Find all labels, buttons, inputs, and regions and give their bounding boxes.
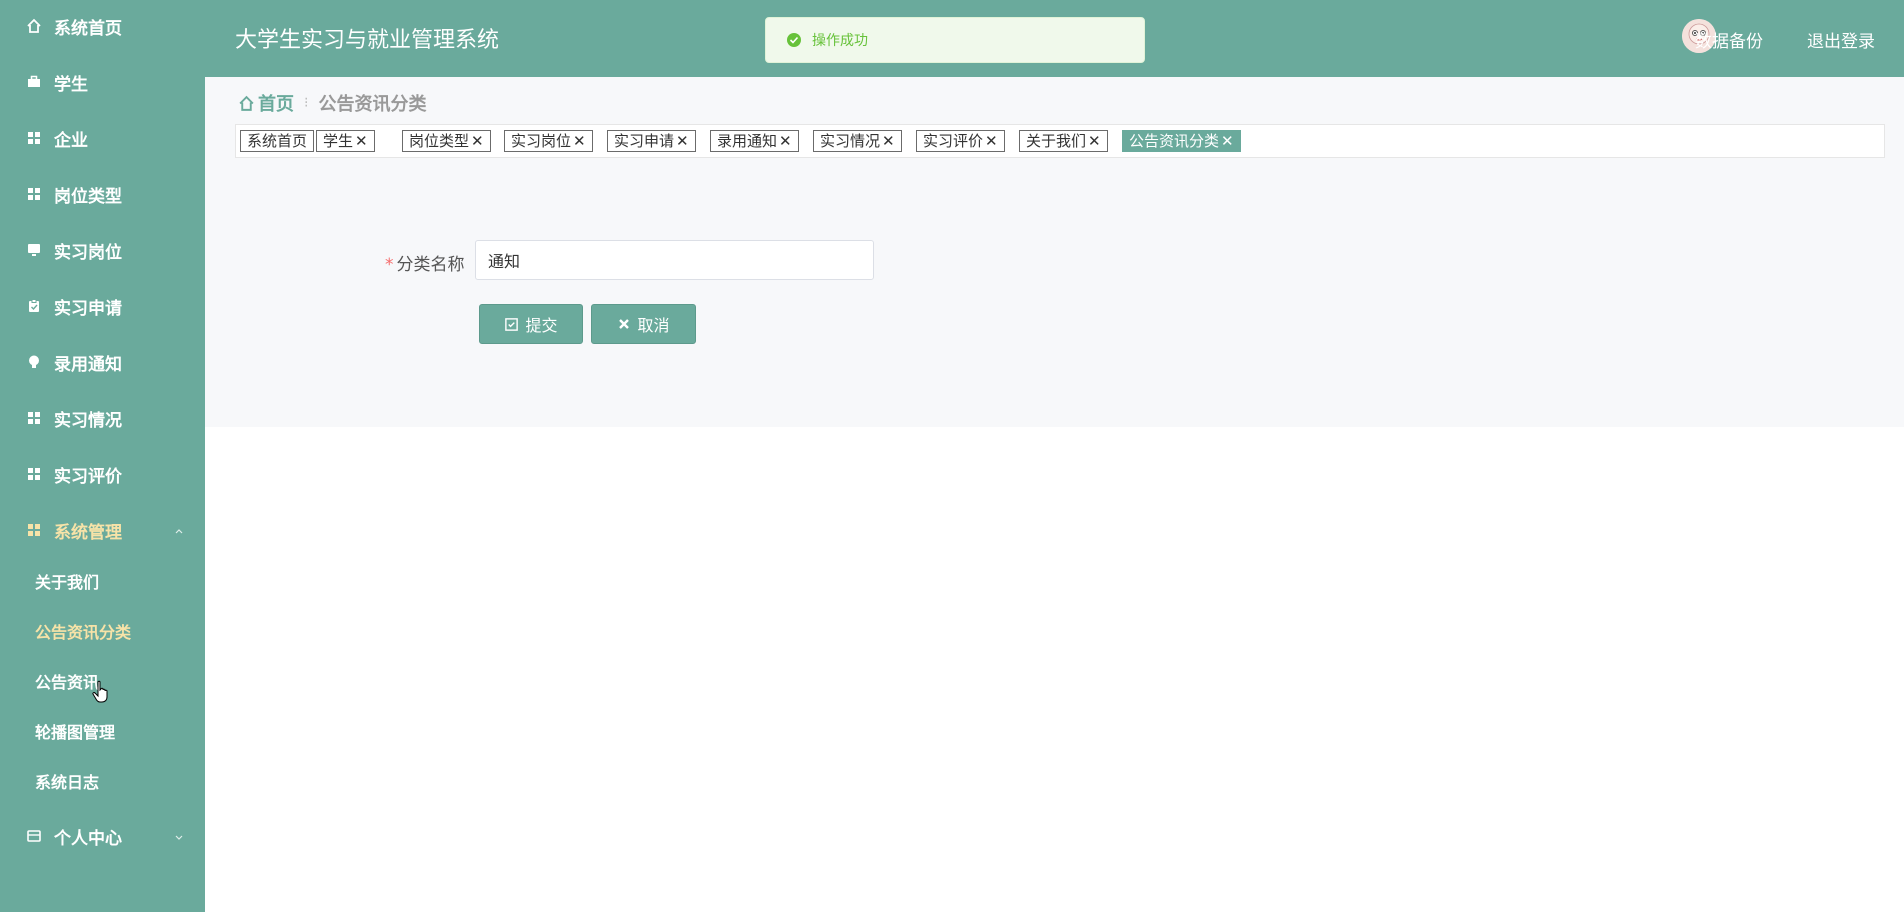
sidebar-item-personal[interactable]: 个人中心 <box>0 816 205 856</box>
home-icon <box>239 95 254 111</box>
tag-intern-review[interactable]: 实习评价 ✕ <box>916 130 1005 152</box>
tag-home[interactable]: 系统首页 <box>240 130 315 152</box>
breadcrumb-home[interactable]: 首页 <box>238 90 294 116</box>
category-name-input[interactable] <box>475 240 874 280</box>
sidebar-item-label: 实习评价 <box>54 466 122 487</box>
tag-label: 实习岗位 <box>511 132 572 150</box>
breadcrumb: 首页 ⁝ 公告资讯分类 <box>238 91 426 115</box>
cancel-button[interactable]: 取消 <box>591 304 696 344</box>
sidebar-item-intern-status[interactable]: 实习情况 <box>0 398 205 438</box>
submit-label: 提交 <box>525 316 558 335</box>
sidebar-subitem-logs[interactable]: 系统日志 <box>35 766 99 796</box>
breadcrumb-current: 公告资讯分类 <box>318 94 427 115</box>
card-icon <box>26 828 42 844</box>
toast-message: 操作成功 <box>812 33 868 49</box>
sidebar-item-label: 学生 <box>54 74 88 95</box>
cancel-label: 取消 <box>637 316 670 335</box>
tag-label: 实习评价 <box>923 132 984 150</box>
success-toast: 操作成功 <box>765 17 1145 63</box>
tag-about[interactable]: 关于我们 ✕ <box>1019 130 1108 152</box>
sidebar-item-intern-post[interactable]: 实习岗位 <box>0 230 205 270</box>
tag-label: 关于我们 <box>1026 132 1087 150</box>
briefcase-icon <box>26 74 42 90</box>
clipboard-icon <box>26 298 42 314</box>
sidebar-item-label: 岗位类型 <box>54 186 122 207</box>
tag-label: 实习申请 <box>614 132 675 150</box>
category-name-label: * 分类名称 <box>385 250 465 275</box>
tags-view-bar: 系统首页 学生 ✕ 岗位类型 ✕ 实习岗位 ✕ 实习申请 ✕ 录用通知 ✕ 实习情况 ✕ 实… <box>235 124 1885 158</box>
tag-news-category[interactable]: 公告资讯分类 ✕ <box>1122 130 1241 152</box>
close-icon[interactable]: ✕ <box>882 131 895 151</box>
sidebar-item-system[interactable]: 系统管理 <box>0 510 205 550</box>
breadcrumb-separator: ⁝ <box>304 95 309 111</box>
sidebar-item-intern-apply[interactable]: 实习申请 <box>0 286 205 326</box>
logout-link[interactable]: 退出登录 <box>1807 27 1875 52</box>
chevron-down-icon <box>173 828 185 847</box>
tag-job-type[interactable]: 岗位类型 ✕ <box>402 130 491 152</box>
close-icon[interactable]: ✕ <box>676 131 689 151</box>
submit-button[interactable]: 提交 <box>479 304 583 344</box>
close-icon[interactable]: ✕ <box>1088 131 1101 151</box>
hand-cursor-icon <box>92 680 110 708</box>
breadcrumb-home-label: 首页 <box>258 94 294 115</box>
grid-icon <box>26 410 42 426</box>
sidebar-subitem-about[interactable]: 关于我们 <box>35 566 99 596</box>
tag-intern-status[interactable]: 实习情况 ✕ <box>813 130 902 152</box>
data-backup-link[interactable]: 数据备份 <box>1695 27 1763 52</box>
tag-label: 实习情况 <box>820 132 881 150</box>
sidebar-item-label: 实习申请 <box>54 298 122 319</box>
tag-label: 岗位类型 <box>409 132 470 150</box>
tag-intern-post[interactable]: 实习岗位 ✕ <box>504 130 593 152</box>
sidebar-item-label: 个人中心 <box>54 828 122 849</box>
sidebar-item-home[interactable]: 系统首页 <box>0 6 205 46</box>
tag-student[interactable]: 学生 ✕ <box>316 130 375 152</box>
close-icon[interactable]: ✕ <box>1221 131 1234 151</box>
monitor-icon <box>26 242 42 258</box>
sidebar-item-label: 录用通知 <box>54 354 122 375</box>
tag-label: 系统首页 <box>247 132 308 150</box>
tag-label: 学生 <box>323 132 354 150</box>
sidebar-item-intern-review[interactable]: 实习评价 <box>0 454 205 494</box>
grid-icon <box>26 130 42 146</box>
category-name-label-text: 分类名称 <box>396 255 465 275</box>
sidebar-item-label: 实习情况 <box>54 410 122 431</box>
chevron-up-icon <box>173 522 185 541</box>
sidebar-item-label: 系统管理 <box>54 522 122 543</box>
close-icon[interactable]: ✕ <box>985 131 998 151</box>
grid-icon <box>26 186 42 202</box>
sidebar-item-label: 企业 <box>54 130 88 151</box>
sidebar-item-job-type[interactable]: 岗位类型 <box>0 174 205 214</box>
checkbox-icon <box>505 317 519 331</box>
tag-label: 公告资讯分类 <box>1129 132 1220 150</box>
app-title: 大学生实习与就业管理系统 <box>235 28 500 53</box>
sidebar-subitem-news-category[interactable]: 公告资讯分类 <box>35 616 131 646</box>
grid-icon <box>26 466 42 482</box>
sidebar-item-label: 系统首页 <box>54 18 122 39</box>
sidebar-subitem-news[interactable]: 公告资讯 <box>35 666 99 696</box>
grid-icon <box>26 522 42 538</box>
sidebar-item-company[interactable]: 企业 <box>0 118 205 158</box>
sidebar-item-student[interactable]: 学生 <box>0 62 205 102</box>
sidebar-item-label: 实习岗位 <box>54 242 122 263</box>
close-icon[interactable]: ✕ <box>471 131 484 151</box>
close-icon[interactable]: ✕ <box>573 131 586 151</box>
required-mark: * <box>385 255 394 275</box>
close-icon <box>619 319 630 329</box>
check-circle-icon <box>786 32 802 48</box>
sidebar: 系统首页 学生 企业 岗位类型 实习岗位 实习申请 录用通知 实习情况 实习评价… <box>0 0 205 912</box>
bulb-icon <box>26 354 42 370</box>
close-icon[interactable]: ✕ <box>355 131 368 151</box>
close-icon[interactable]: ✕ <box>779 131 792 151</box>
tag-offer[interactable]: 录用通知 ✕ <box>710 130 799 152</box>
sidebar-item-offer[interactable]: 录用通知 <box>0 342 205 382</box>
home-icon <box>26 18 42 34</box>
sidebar-subitem-carousel[interactable]: 轮播图管理 <box>35 716 115 746</box>
tag-label: 录用通知 <box>717 132 778 150</box>
tag-intern-apply[interactable]: 实习申请 ✕ <box>607 130 696 152</box>
